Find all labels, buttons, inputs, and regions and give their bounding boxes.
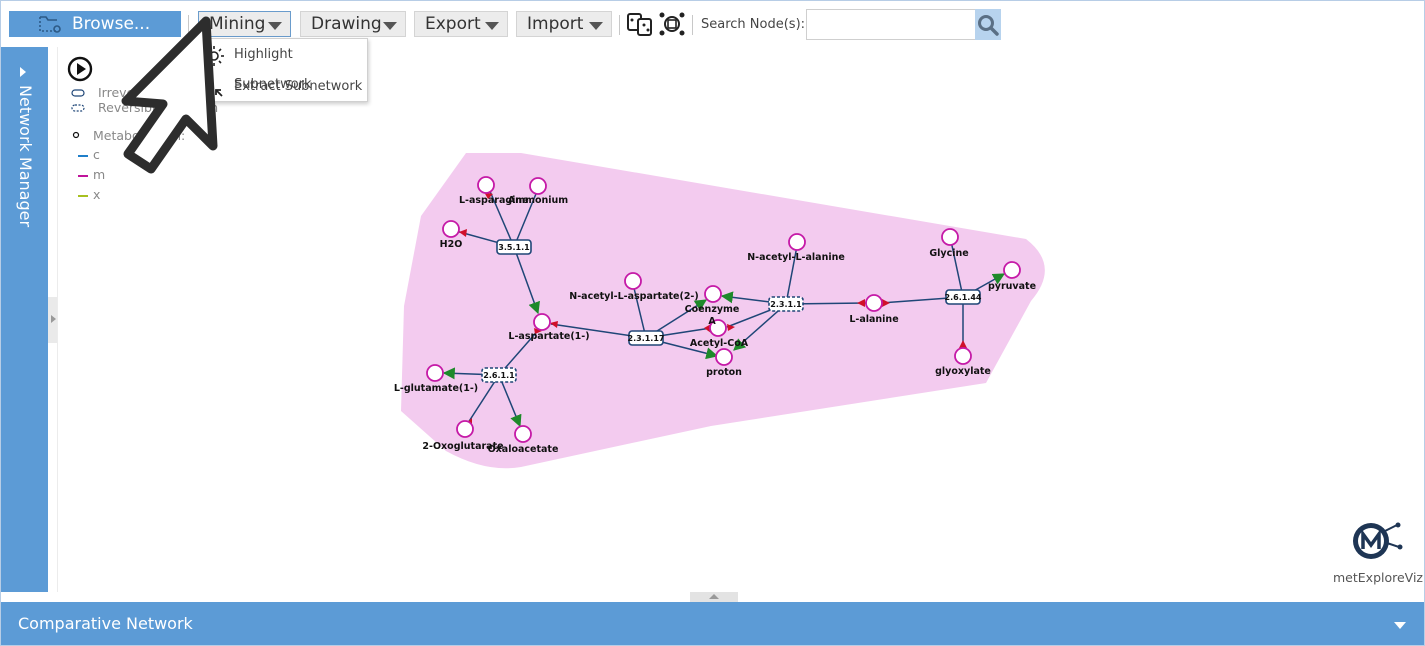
export-menu-button[interactable]: Export bbox=[414, 11, 508, 37]
reaction-label: 2.6.1.1 bbox=[483, 371, 515, 380]
metabolite-node[interactable] bbox=[954, 347, 972, 365]
metabolite-label: glyoxylate bbox=[935, 366, 991, 377]
reaction-label: 3.5.1.1 bbox=[498, 243, 530, 252]
metabolite-node[interactable] bbox=[941, 228, 959, 246]
metabolite-node[interactable] bbox=[624, 272, 642, 290]
compare-networks-icon[interactable] bbox=[626, 11, 654, 37]
toolbar-separator bbox=[692, 15, 693, 35]
extract-subnetwork-item[interactable]: Extract Subnetwork bbox=[199, 72, 367, 102]
metabolite-node[interactable] bbox=[1003, 261, 1021, 279]
metabolite-label: L-aspartate(1-) bbox=[508, 331, 589, 342]
drawing-menu-button[interactable]: Drawing bbox=[300, 11, 406, 37]
metabolite-label: proton bbox=[706, 367, 742, 378]
comparative-network-label: Comparative Network bbox=[18, 614, 193, 633]
extract-subnetwork-label: Extract Subnetwork bbox=[234, 79, 363, 94]
metabolite-node[interactable] bbox=[529, 177, 547, 195]
import-label: Import bbox=[527, 14, 584, 34]
chevron-down-icon[interactable] bbox=[1394, 622, 1406, 629]
brand-name: metExploreViz bbox=[1333, 570, 1423, 585]
metabolite-label: Coenzyme bbox=[685, 304, 740, 315]
reaction-label: 2.6.1.44 bbox=[945, 293, 982, 302]
metabolite-node[interactable] bbox=[514, 425, 532, 443]
metabolite-node[interactable] bbox=[865, 294, 883, 312]
network-selection-icon[interactable] bbox=[658, 11, 686, 37]
import-menu-button[interactable]: Import bbox=[516, 11, 612, 37]
metabolite-label: Glycine bbox=[929, 248, 968, 259]
chevron-down-icon bbox=[589, 22, 603, 30]
chevron-down-icon bbox=[383, 22, 397, 30]
metabolite-label: Oxaloacetate bbox=[488, 444, 559, 455]
metabolite-label: pyruvate bbox=[988, 281, 1036, 292]
chevron-up-icon bbox=[709, 594, 719, 599]
comparative-network-panel[interactable]: Comparative Network bbox=[1, 602, 1424, 645]
metabolite-label: Ammonium bbox=[508, 195, 568, 206]
metabolite-node[interactable] bbox=[426, 364, 444, 382]
metabolite-label: H2O bbox=[440, 239, 463, 250]
toolbar-separator bbox=[619, 15, 620, 35]
toolbar-separator bbox=[188, 15, 189, 35]
metabolite-label: L-glutamate(1-) bbox=[394, 383, 478, 394]
export-label: Export bbox=[425, 14, 481, 34]
metabolite-node[interactable] bbox=[715, 348, 733, 366]
metabolite-label-line2: A bbox=[708, 316, 716, 327]
metabolite-label: Acetyl-CoA bbox=[690, 338, 749, 349]
browse-icon bbox=[39, 16, 61, 33]
mining-menu-button[interactable]: Mining bbox=[198, 11, 291, 37]
chevron-down-icon bbox=[268, 22, 282, 30]
mining-label: Mining bbox=[209, 14, 266, 34]
metabolite-node[interactable] bbox=[442, 220, 460, 238]
search-icon bbox=[978, 15, 999, 36]
extract-icon bbox=[205, 79, 223, 97]
metabolite-label: L-alanine bbox=[849, 314, 898, 325]
app-window: Browse... Mining Drawing Export Import S… bbox=[0, 0, 1425, 646]
search-button[interactable] bbox=[975, 9, 1001, 40]
mining-dropdown-menu: Highlight Subnetwork Extract Subnetwork bbox=[198, 38, 368, 102]
network-graph[interactable]: 3.5.1.1 2.3.1.17 2.6.1.1 2.3.1.1 2.6.1.44 L-… bbox=[1, 47, 1425, 592]
metabolite-label: N-acetyl-L-alanine bbox=[747, 252, 845, 263]
browse-button[interactable]: Browse... bbox=[9, 11, 181, 37]
metabolite-node[interactable] bbox=[533, 313, 551, 331]
metabolite-node[interactable] bbox=[456, 420, 474, 438]
chevron-down-icon bbox=[485, 22, 499, 30]
metabolite-node[interactable] bbox=[477, 176, 495, 194]
reaction-label: 2.3.1.17 bbox=[628, 334, 665, 343]
drawing-label: Drawing bbox=[311, 14, 382, 34]
highlight-icon bbox=[204, 46, 224, 66]
browse-label: Browse... bbox=[72, 14, 151, 34]
search-label: Search Node(s): bbox=[701, 17, 806, 32]
highlight-subnetwork-item[interactable]: Highlight Subnetwork bbox=[199, 40, 367, 92]
metabolite-node[interactable] bbox=[704, 285, 722, 303]
bottom-panel-handle[interactable] bbox=[690, 592, 738, 602]
search-input[interactable] bbox=[806, 9, 976, 40]
metabolite-label: N-acetyl-L-aspartate(2-) bbox=[569, 291, 698, 302]
reaction-label: 2.3.1.1 bbox=[770, 300, 802, 309]
metabolite-node[interactable] bbox=[788, 233, 806, 251]
